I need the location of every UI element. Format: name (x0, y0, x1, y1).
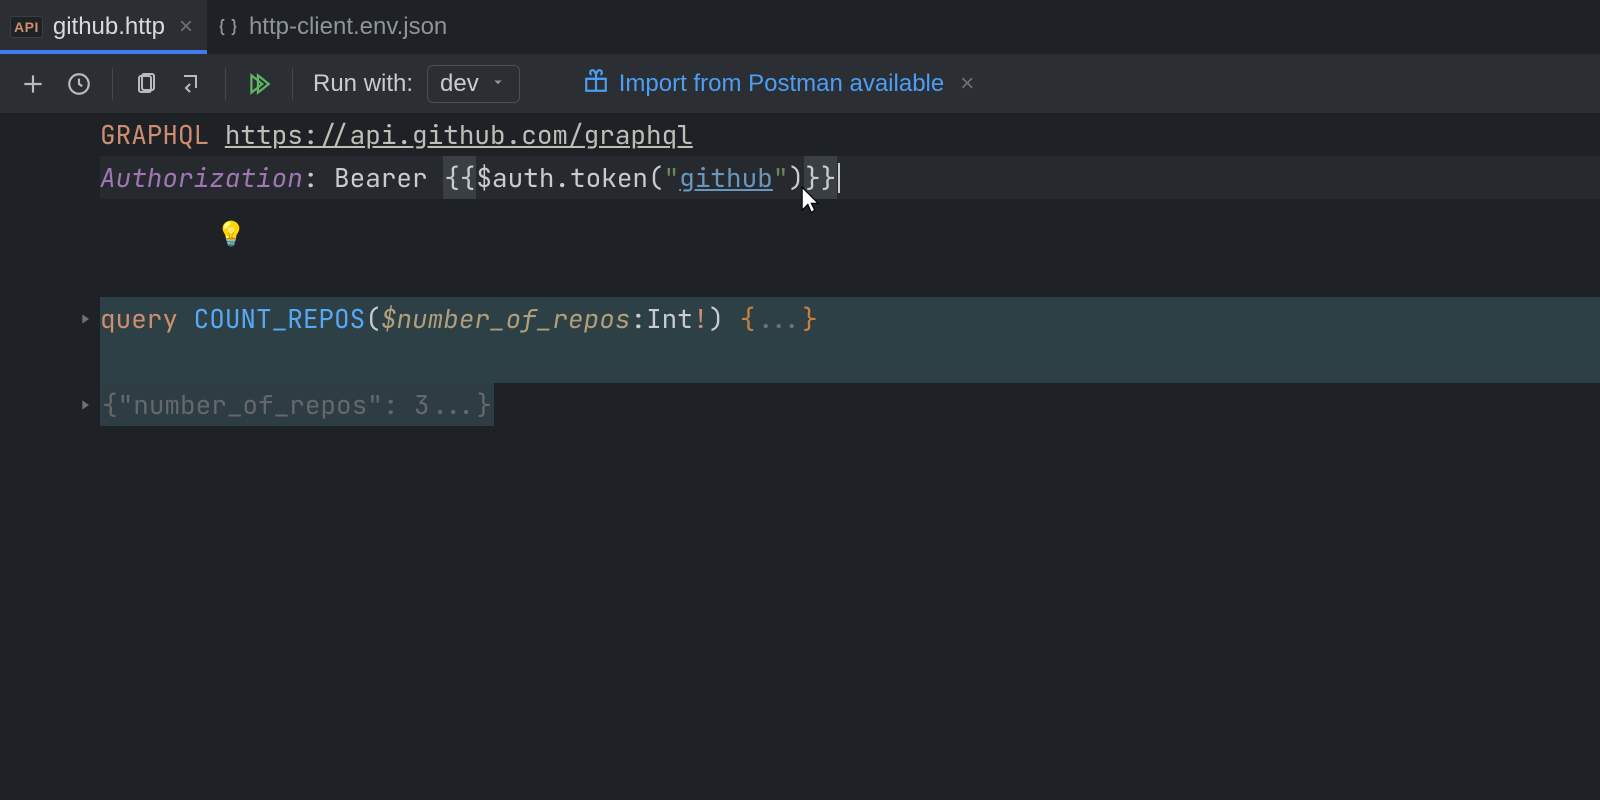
tab-label: http-client.env.json (249, 13, 447, 41)
convert-button[interactable] (173, 64, 211, 104)
add-request-button[interactable] (14, 64, 52, 104)
json-icon (217, 16, 239, 38)
code-area[interactable]: GRAPHQL https://api.github.com/graphql A… (100, 113, 1600, 800)
separator (292, 68, 293, 100)
history-button[interactable] (60, 64, 98, 104)
close-icon[interactable]: × (960, 70, 974, 98)
import-postman-banner[interactable]: Import from Postman available × (583, 68, 974, 101)
gutter (0, 113, 100, 800)
code-line[interactable] (100, 199, 1600, 242)
separator (112, 68, 113, 100)
run-with-label: Run with: (313, 70, 413, 98)
run-all-button[interactable] (240, 64, 278, 104)
intention-bulb-icon[interactable]: 💡 (216, 213, 246, 256)
environment-dropdown[interactable]: dev (427, 65, 520, 103)
examples-button[interactable] (127, 64, 165, 104)
fold-toggle[interactable] (74, 383, 96, 426)
editor[interactable]: GRAPHQL https://api.github.com/graphql A… (0, 113, 1600, 800)
tab-github-http[interactable]: API github.http × (0, 0, 207, 54)
code-line-folded[interactable]: {"number_of_repos": 3...} (100, 383, 1600, 426)
fold-toggle[interactable] (74, 297, 96, 340)
code-line-current[interactable]: Authorization: Bearer {{$auth.token("git… (100, 156, 1600, 199)
text-caret (838, 163, 840, 193)
api-icon: API (10, 16, 43, 38)
tab-http-client-env[interactable]: http-client.env.json (207, 0, 461, 54)
auth-token-link[interactable]: github (679, 156, 773, 199)
separator (225, 68, 226, 100)
close-icon[interactable]: × (179, 13, 193, 41)
tab-bar: API github.http × http-client.env.json (0, 0, 1600, 55)
gift-icon (583, 68, 609, 101)
method-keyword: GRAPHQL (100, 113, 209, 156)
banner-text: Import from Postman available (619, 70, 944, 98)
code-line[interactable] (100, 340, 1600, 383)
chevron-down-icon (489, 70, 507, 98)
toolbar: Run with: dev Import from Postman availa… (0, 55, 1600, 113)
header-name: Authorization (100, 156, 303, 199)
request-url[interactable]: https://api.github.com/graphql (225, 113, 693, 156)
code-line[interactable]: GRAPHQL https://api.github.com/graphql (100, 113, 1600, 156)
code-line[interactable] (100, 242, 1600, 285)
tab-label: github.http (53, 13, 165, 41)
code-line-folded[interactable]: query COUNT_REPOS($number_of_repos:Int!)… (100, 297, 1600, 340)
env-selected: dev (440, 70, 479, 98)
